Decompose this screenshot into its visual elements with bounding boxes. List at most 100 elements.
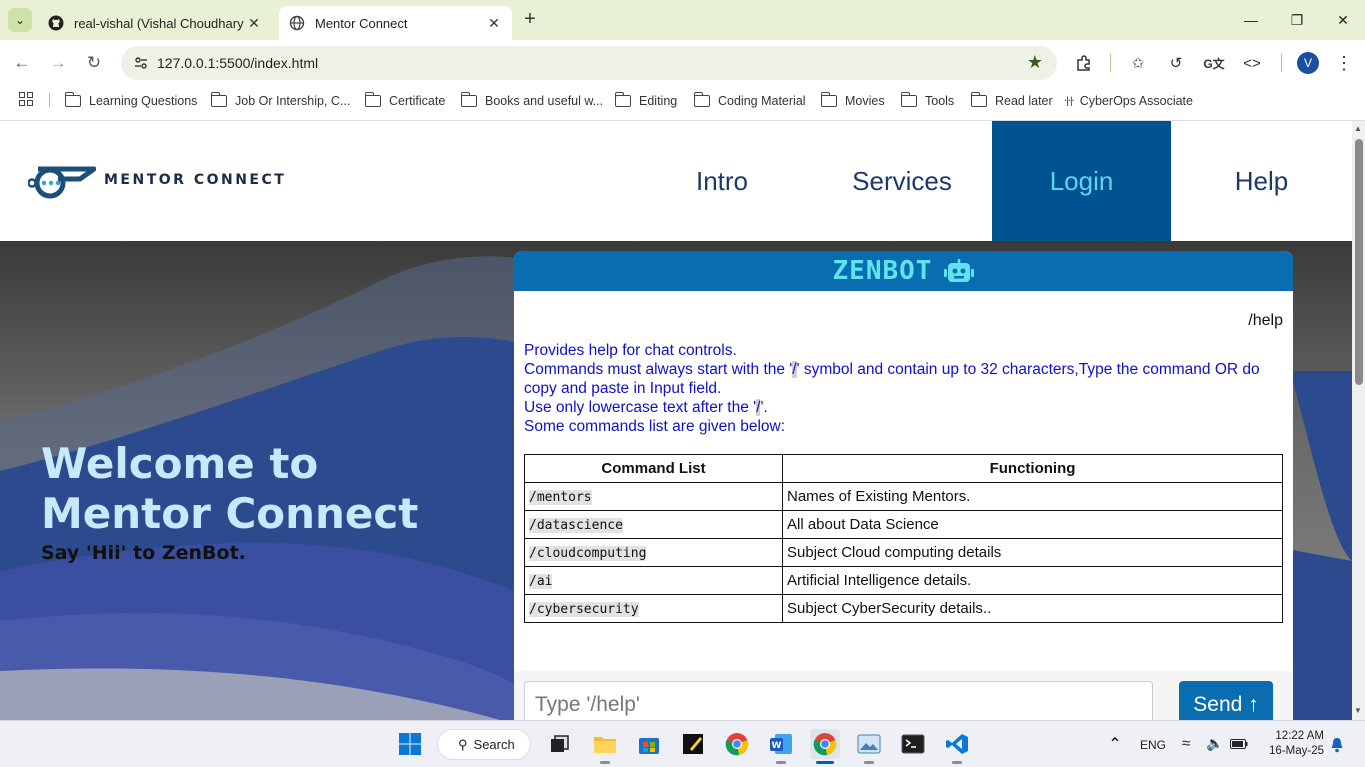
bookmark-label: Editing [639,94,678,108]
nav-services[interactable]: Services [813,121,991,241]
photos-icon[interactable] [854,729,884,764]
page-scrollbar[interactable]: ▲ ▼ [1352,121,1365,720]
volume-icon[interactable]: 🔈 [1206,735,1223,752]
bot-message-text: '. [760,399,768,416]
more-menu-icon[interactable]: ⋮ [1333,52,1355,74]
chrome-active-icon[interactable] [810,729,840,764]
forward-arrow-icon[interactable]: → [45,50,71,76]
microsoft-store-icon[interactable] [634,729,664,759]
chat-messages: /help Provides help for chat controls. C… [514,291,1293,671]
command-table: Command List Functioning /mentors Names … [524,454,1283,623]
folder-icon [614,92,631,107]
send-button[interactable]: Send ↑ [1179,681,1273,720]
bookmark-item[interactable]: Read later [970,90,1053,112]
language-indicator[interactable]: ENG [1140,738,1166,752]
search-label: Search [473,737,515,752]
bookmark-item[interactable]: Learning Questions [64,90,198,112]
running-indicator [776,761,786,764]
terminal-icon[interactable] [898,729,928,759]
bookmark-label: Tools [925,94,955,108]
cisco-icon: ‧|‧|‧ [1064,95,1075,107]
table-row: /cybersecurity Subject CyberSecurity det… [524,594,1283,623]
address-bar[interactable]: 127.0.0.1:5500/index.html ★ [121,46,1057,80]
extensions-icon[interactable] [1073,52,1095,74]
bookmark-label: Read later [995,94,1053,108]
browser-tab-bar: ⌄ real-vishal (Vishal Choudhary) ✕ Mento… [0,0,1365,40]
bookmark-star-icon[interactable]: ★ [1027,52,1043,73]
bookmark-item[interactable]: Coding Material [693,90,806,112]
bot-message-line: Provides help for chat controls. [524,342,737,359]
wifi-icon[interactable]: ≈ [1182,735,1190,752]
new-tab-plus-icon[interactable]: + [518,8,542,32]
folder-icon [900,92,917,107]
tab-mentor-connect[interactable]: Mentor Connect ✕ [279,6,512,40]
bookmark-label: Learning Questions [89,94,198,108]
bookmark-item[interactable]: Editing [614,90,678,112]
history-icon[interactable]: ↺ [1165,52,1187,74]
profile-avatar[interactable]: V [1297,52,1319,74]
search-icon: ⚲ [458,736,468,752]
sticky-notes-icon[interactable] [678,729,708,759]
site-header: MENTOR CONNECT Intro Services Login Help [0,121,1352,241]
running-indicator [816,761,834,764]
hero-subtitle: Say 'Hii' to ZenBot. [41,542,246,564]
chat-header: ZENBOT [514,251,1293,291]
url-text: 127.0.0.1:5500/index.html [157,55,319,71]
bookmark-item[interactable]: Movies [820,90,885,112]
system-clock[interactable]: 12:22 AM 16-May-25 [1262,729,1324,759]
bookmark-label: Job Or Intership, C... [235,94,351,108]
bookmark-item[interactable]: Job Or Intership, C... [210,90,351,112]
word-icon[interactable]: W [766,729,796,764]
folder-icon [970,92,987,107]
browser-toolbar: ← → ↻ 127.0.0.1:5500/index.html ★ ✩ ↺ G文… [0,40,1365,86]
bookmark-item[interactable]: Certificate [364,90,446,112]
reload-icon[interactable]: ↻ [81,50,107,76]
taskbar-search[interactable]: ⚲ Search [437,729,531,760]
close-icon[interactable]: ✕ [244,15,264,32]
translate-icon[interactable]: G文 [1203,52,1225,74]
task-view-icon[interactable] [545,729,575,759]
bookmark-label: CyberOps Associate [1079,94,1193,108]
running-indicator [864,761,874,764]
bookmark-item[interactable]: ‧|‧|‧ CyberOps Associate [1064,90,1193,112]
nav-login[interactable]: Login [992,121,1171,241]
nav-intro[interactable]: Intro [634,121,810,241]
scroll-down-arrow-icon[interactable]: ▼ [1354,706,1362,715]
hero-title-line: Welcome to [41,439,319,488]
command-cell: /cybersecurity [524,594,783,623]
chevron-up-icon[interactable]: ⌃ [1100,729,1130,759]
bookmark-item[interactable]: Books and useful w... [460,90,603,112]
file-explorer-icon[interactable] [590,729,620,764]
command-code: /datascience [529,518,623,533]
chat-input[interactable]: Type '/help' [524,681,1153,720]
code-icon[interactable]: <> [1241,52,1263,74]
window-close-icon[interactable]: ✕ [1320,0,1365,40]
windows-start-icon[interactable] [395,729,425,759]
site-logo[interactable]: MENTOR CONNECT [28,161,286,199]
minimize-icon[interactable]: — [1228,0,1274,40]
tab-search-chevron-icon[interactable]: ⌄ [8,8,32,32]
chrome-icon[interactable] [722,729,752,759]
scrollbar-thumb[interactable] [1355,139,1363,385]
vscode-icon[interactable] [942,729,972,764]
table-row: /mentors Names of Existing Mentors. [524,482,1283,511]
hero-title: Welcome to Mentor Connect [41,439,418,539]
restore-icon[interactable]: ❐ [1274,0,1320,40]
back-arrow-icon[interactable]: ← [9,50,35,76]
site-info-icon[interactable] [133,55,149,71]
column-header: Functioning [782,454,1283,483]
tab-github[interactable]: real-vishal (Vishal Choudhary) ✕ [38,6,272,40]
nav-help[interactable]: Help [1171,121,1352,241]
bookmark-item[interactable]: Tools [900,90,955,112]
folder-icon [364,92,381,107]
command-cell: /ai [524,566,783,595]
scroll-up-arrow-icon[interactable]: ▲ [1354,124,1362,133]
bookmark-label: Certificate [389,94,446,108]
battery-icon[interactable] [1230,739,1248,749]
notification-bell-icon[interactable] [1330,737,1344,753]
bot-message: Provides help for chat controls. Command… [524,341,1284,436]
apps-grid-icon[interactable] [19,92,33,106]
logo-text: MENTOR CONNECT [104,172,287,188]
close-icon[interactable]: ✕ [484,15,504,32]
favorites-star-icon[interactable]: ✩ [1127,52,1149,74]
